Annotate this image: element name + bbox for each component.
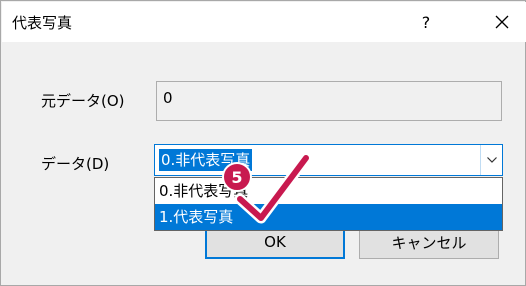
close-button[interactable]: [479, 2, 525, 42]
help-button[interactable]: ?: [403, 2, 449, 42]
title-bar: 代表写真 ?: [2, 2, 526, 42]
dialog-window: 代表写真 ? 元データ(O) 0 データ(D) 0.非代表写真 OK キャンセル…: [0, 0, 526, 286]
data-label: データ(D): [41, 155, 110, 173]
close-icon: [495, 15, 509, 29]
original-data-label: 元データ(O): [41, 92, 125, 110]
original-data-value: 0: [163, 89, 173, 107]
chevron-down-icon: [486, 157, 497, 163]
dialog-title: 代表写真: [12, 14, 73, 32]
dropdown-toggle[interactable]: [480, 145, 502, 175]
dropdown-option-representative[interactable]: 1.代表写真: [155, 204, 502, 230]
step-number-badge: 5: [222, 162, 252, 192]
dropdown-option-non-representative[interactable]: 0.非代表写真: [155, 178, 502, 204]
original-data-field: 0: [156, 81, 502, 121]
dropdown-list: 0.非代表写真 1.代表写真: [154, 177, 503, 231]
data-combobox[interactable]: 0.非代表写真: [154, 144, 503, 176]
